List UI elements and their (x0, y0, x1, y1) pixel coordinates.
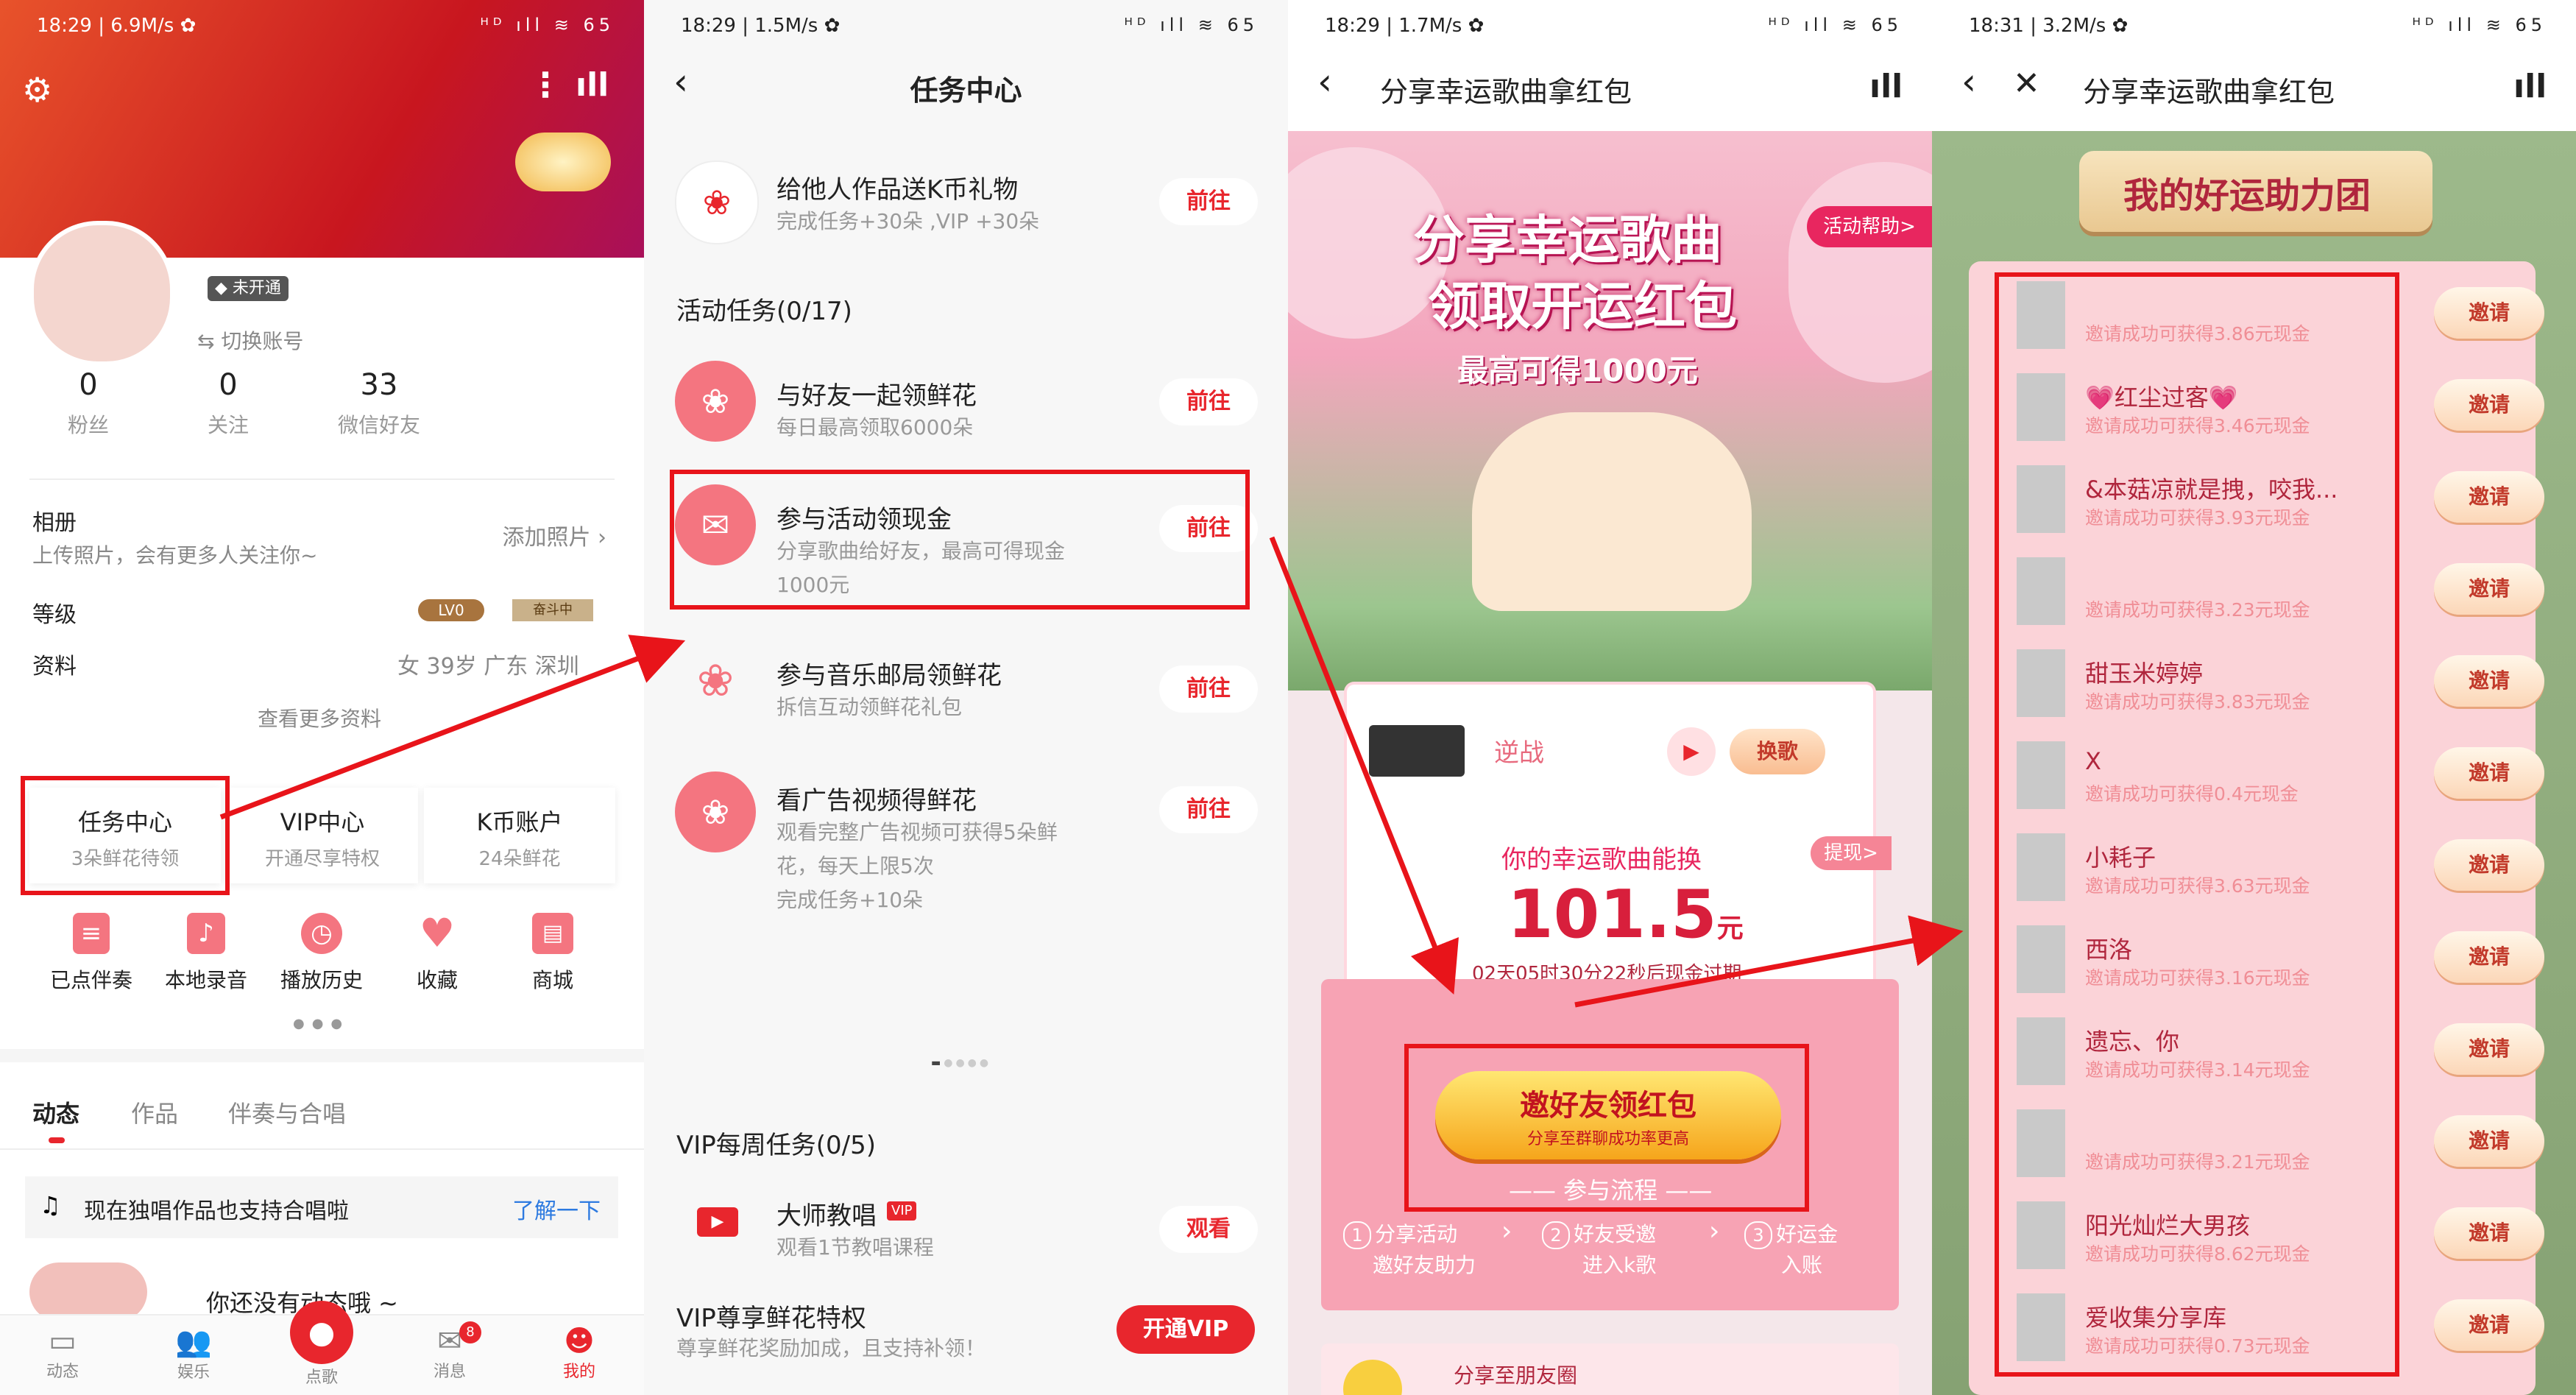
arrow-activity-cash (1269, 536, 1459, 995)
annotation-arrows (219, 536, 1964, 1008)
arrow-task-center (219, 635, 686, 820)
arrow-invite (1574, 915, 1964, 1008)
